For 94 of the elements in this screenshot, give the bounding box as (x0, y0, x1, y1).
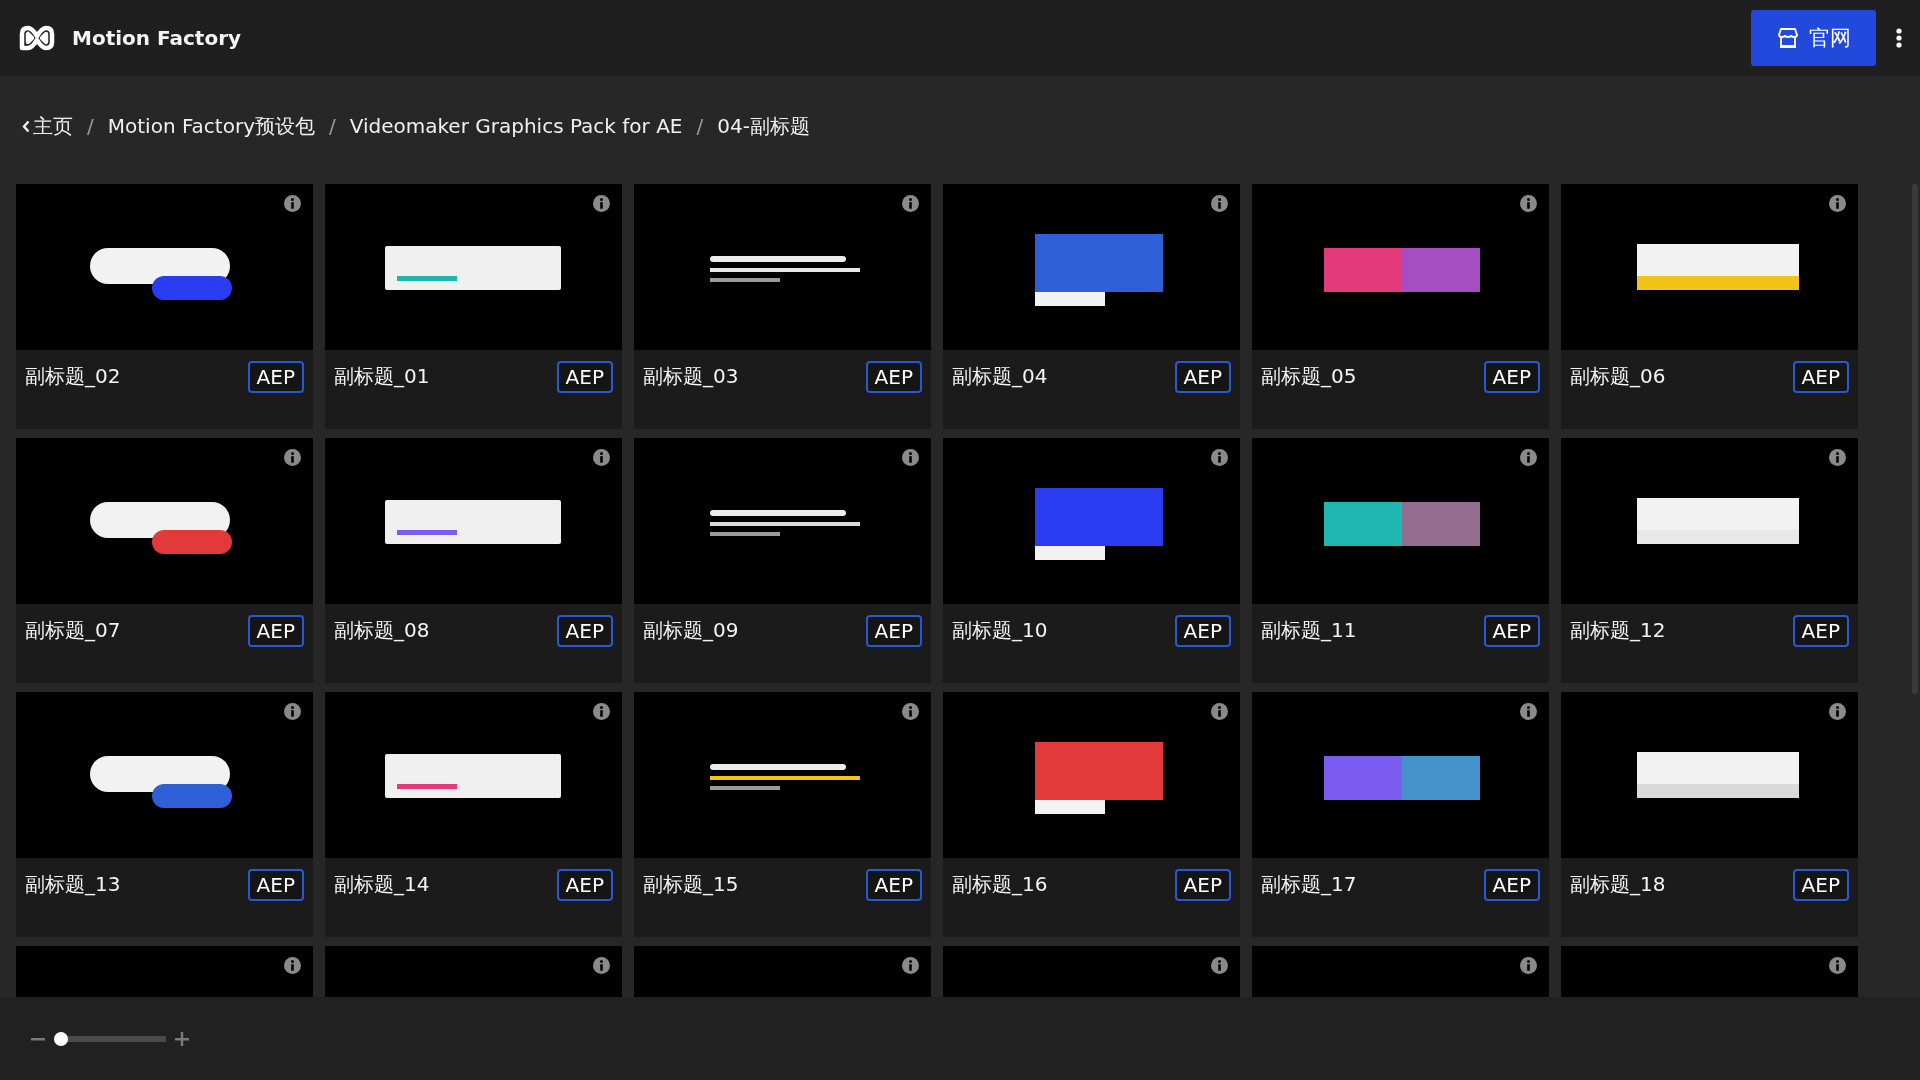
template-title: 副标题_14 (334, 871, 430, 898)
thumbnail[interactable] (943, 184, 1240, 350)
thumbnail[interactable] (1561, 438, 1858, 604)
file-type-badge: AEP (556, 869, 613, 901)
template-title: 副标题_08 (334, 617, 430, 644)
info-icon[interactable] (1211, 957, 1228, 974)
file-type-badge: AEP (1174, 615, 1231, 647)
info-icon[interactable] (1829, 703, 1846, 720)
info-icon[interactable] (1829, 195, 1846, 212)
file-type-badge: AEP (1792, 869, 1849, 901)
template-title: 副标题_02 (25, 363, 121, 390)
info-icon[interactable] (1520, 449, 1537, 466)
info-icon[interactable] (284, 957, 301, 974)
file-type-badge: AEP (1792, 361, 1849, 393)
info-icon[interactable] (1211, 703, 1228, 720)
zoom-in-icon[interactable] (174, 1030, 190, 1047)
template-title: 副标题_10 (952, 617, 1048, 644)
info-icon[interactable] (902, 957, 919, 974)
zoom-slider[interactable] (54, 1031, 166, 1046)
breadcrumb-link[interactable]: Videomaker Graphics Pack for AE (349, 114, 683, 138)
template-title: 副标题_03 (643, 363, 739, 390)
file-type-badge: AEP (865, 869, 922, 901)
template-title: 副标题_07 (25, 617, 121, 644)
thumbnail[interactable] (634, 438, 931, 604)
info-icon[interactable] (593, 195, 610, 212)
thumbnail[interactable] (325, 692, 622, 858)
info-icon[interactable] (902, 449, 919, 466)
template-title: 副标题_06 (1570, 363, 1666, 390)
thumbnail[interactable] (1252, 438, 1549, 604)
app-title: Motion Factory (72, 26, 242, 50)
home-link[interactable]: 主页 (22, 112, 73, 140)
thumbnail[interactable] (634, 184, 931, 350)
file-type-badge: AEP (865, 615, 922, 647)
info-icon[interactable] (1520, 957, 1537, 974)
file-type-badge: AEP (1483, 869, 1540, 901)
file-type-badge: AEP (1174, 869, 1231, 901)
info-icon[interactable] (593, 957, 610, 974)
thumbnail[interactable] (1252, 184, 1549, 350)
file-type-badge: AEP (556, 615, 613, 647)
info-icon[interactable] (1520, 703, 1537, 720)
slider-thumb[interactable] (54, 1031, 68, 1046)
template-title: 副标题_12 (1570, 617, 1666, 644)
info-icon[interactable] (1211, 449, 1228, 466)
current-page-label: 04-副标题 (717, 112, 810, 140)
thumbnail[interactable] (1252, 692, 1549, 858)
template-title: 副标题_09 (643, 617, 739, 644)
template-title: 副标题_16 (952, 871, 1048, 898)
template-title: 副标题_05 (1261, 363, 1357, 390)
file-type-badge: AEP (247, 361, 304, 393)
file-type-badge: AEP (1483, 361, 1540, 393)
template-title: 副标题_04 (952, 363, 1048, 390)
file-type-badge: AEP (247, 615, 304, 647)
info-icon[interactable] (284, 703, 301, 720)
more-options-icon[interactable] (1896, 27, 1902, 49)
back-chevron-icon (22, 119, 30, 133)
template-title: 副标题_13 (25, 871, 121, 898)
thumbnail[interactable] (1561, 692, 1858, 858)
file-type-badge: AEP (247, 869, 304, 901)
file-type-badge: AEP (1174, 361, 1231, 393)
info-icon[interactable] (284, 449, 301, 466)
info-icon[interactable] (593, 449, 610, 466)
template-title: 副标题_17 (1261, 871, 1357, 898)
info-icon[interactable] (284, 195, 301, 212)
thumbnail[interactable] (943, 438, 1240, 604)
thumbnail[interactable] (325, 184, 622, 350)
breadcrumb-separator: / (328, 114, 336, 138)
thumbnail[interactable] (943, 692, 1240, 858)
thumbnail[interactable] (16, 692, 313, 858)
logo-icon (18, 24, 56, 52)
thumbnail[interactable] (325, 438, 622, 604)
thumbnail[interactable] (16, 184, 313, 350)
file-type-badge: AEP (1483, 615, 1540, 647)
thumbnail[interactable] (634, 692, 931, 858)
thumbnail[interactable] (1561, 184, 1858, 350)
info-icon[interactable] (1211, 195, 1228, 212)
breadcrumb-separator: / (87, 114, 94, 138)
info-icon[interactable] (902, 703, 919, 720)
info-icon[interactable] (1520, 195, 1537, 212)
thumbnail[interactable] (16, 438, 313, 604)
info-icon[interactable] (902, 195, 919, 212)
breadcrumb-separator: / (696, 114, 704, 138)
official-site-button[interactable]: 官网 (1751, 10, 1876, 66)
info-icon[interactable] (1829, 449, 1846, 466)
info-icon[interactable] (1829, 957, 1846, 974)
file-type-badge: AEP (556, 361, 613, 393)
file-type-badge: AEP (1792, 615, 1849, 647)
file-type-badge: AEP (865, 361, 922, 393)
template-title: 副标题_18 (1570, 871, 1666, 898)
template-title: 副标题_01 (334, 363, 430, 390)
template-title: 副标题_11 (1261, 617, 1357, 644)
breadcrumb-link[interactable]: Motion Factory预设包 (107, 112, 315, 140)
info-icon[interactable] (593, 703, 610, 720)
template-title: 副标题_15 (643, 871, 739, 898)
store-icon (1776, 27, 1799, 49)
